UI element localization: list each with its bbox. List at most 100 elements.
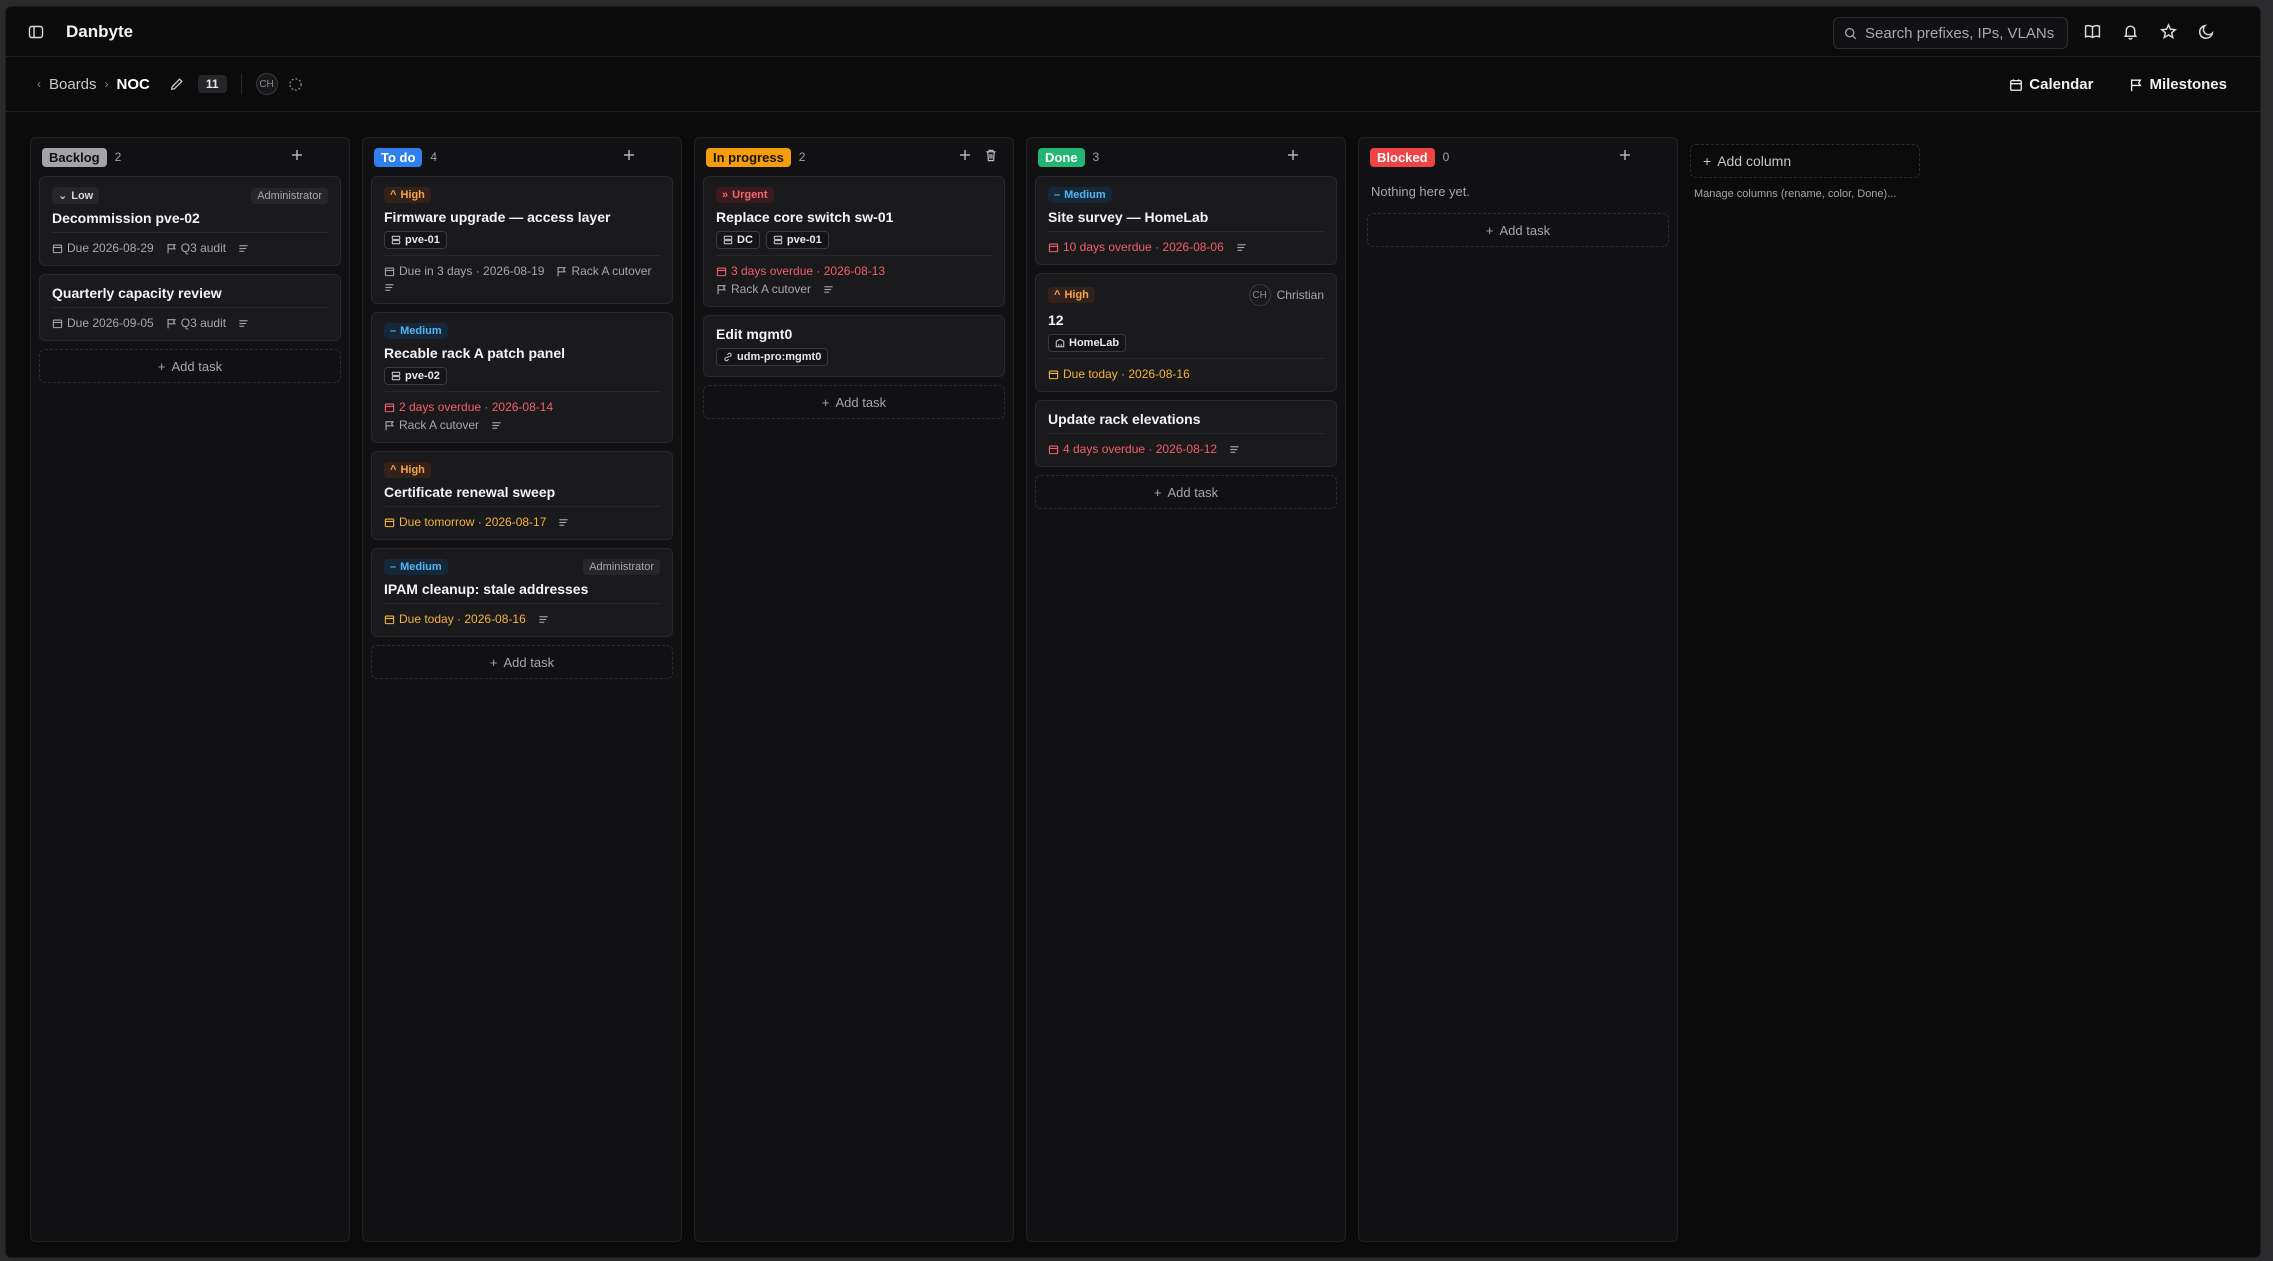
column-count: 2 xyxy=(798,150,806,164)
board-bar: ‹ Boards › NOC 11 CH Calendar Milestones xyxy=(6,57,2260,112)
plus-icon[interactable] xyxy=(623,149,635,161)
manage-columns-link[interactable]: Manage columns (rename, color, Done)... xyxy=(1690,188,1920,200)
column-count: 4 xyxy=(430,150,438,164)
description-icon xyxy=(238,243,249,254)
task-card[interactable]: Edit mgmt0 udm-pro:mgmt0 xyxy=(703,315,1005,377)
calendar-icon xyxy=(384,402,395,413)
task-card[interactable]: ^ High Certificate renewal sweep Due tomo… xyxy=(371,451,673,540)
column-done: Done 3 – Medium Site survey — HomeLab 10 … xyxy=(1026,137,1346,1242)
avatar[interactable]: CH xyxy=(255,73,278,95)
plus-icon[interactable] xyxy=(959,149,971,162)
priority-badge: ^ High xyxy=(384,462,431,478)
plus-icon[interactable] xyxy=(1287,149,1299,161)
description-icon xyxy=(1236,242,1247,253)
column-badge[interactable]: Blocked xyxy=(1370,147,1435,167)
sidebar-toggle-icon[interactable] xyxy=(28,24,44,40)
column-backlog: Backlog 2 ⌄ Low Administrator Decommissio… xyxy=(30,137,350,1242)
search-box[interactable] xyxy=(1833,17,2068,49)
column-badge[interactable]: To do xyxy=(374,147,423,167)
column-badge[interactable]: Backlog xyxy=(42,147,107,167)
column-header: Backlog 2 xyxy=(39,138,341,176)
task-card[interactable]: Quarterly capacity review Due 2026-09-05… xyxy=(39,274,341,341)
plus-icon[interactable] xyxy=(291,149,303,161)
column-count: 3 xyxy=(1092,150,1100,164)
chevron-up-icon: ^ xyxy=(390,464,397,476)
divider xyxy=(240,74,242,94)
column-badge[interactable]: Done xyxy=(1038,147,1085,167)
add-task-button[interactable]: + Add task xyxy=(371,645,673,679)
add-column-button[interactable]: + Add column xyxy=(1690,144,1920,178)
task-card[interactable]: » Urgent Replace core switch sw-01 DC pve… xyxy=(703,176,1005,307)
calendar-icon xyxy=(716,266,727,277)
task-card[interactable]: ⌄ Low Administrator Decommission pve-02 D… xyxy=(39,176,341,266)
building-icon xyxy=(1055,338,1065,348)
bell-icon[interactable] xyxy=(2122,23,2139,40)
due-date: Due today · 2026-08-16 xyxy=(399,612,526,626)
task-count-badge: 11 xyxy=(197,75,227,93)
task-meta: 4 days overdue · 2026-08-12 xyxy=(1048,433,1324,456)
add-task-button[interactable]: + Add task xyxy=(1035,475,1337,509)
book-icon[interactable] xyxy=(2084,23,2101,40)
interface-tag[interactable]: udm-pro:mgmt0 xyxy=(716,348,829,366)
calendar-label: Calendar xyxy=(2029,76,2094,93)
column-todo: To do 4 ^ High Firmware upgrade — access … xyxy=(362,137,682,1242)
pencil-icon[interactable] xyxy=(170,77,184,91)
breadcrumb-boards[interactable]: Boards xyxy=(49,76,97,93)
task-title: Update rack elevations xyxy=(1048,411,1201,427)
milestone: Q3 audit xyxy=(180,316,227,330)
add-task-button[interactable]: + Add task xyxy=(39,349,341,383)
description-icon xyxy=(238,318,249,329)
add-task-button[interactable]: + Add task xyxy=(1367,213,1669,247)
site-tag[interactable]: HomeLab xyxy=(1048,334,1127,352)
description-icon xyxy=(1229,444,1240,455)
task-meta: Due 2026-09-05 Q3 audit xyxy=(52,307,328,330)
assignee-badge: Administrator xyxy=(583,559,660,575)
priority-badge: ⌄ Low xyxy=(52,187,100,204)
trash-icon[interactable] xyxy=(985,149,997,162)
flag-icon xyxy=(556,266,567,277)
plus-icon: + xyxy=(1703,153,1712,169)
server-icon xyxy=(773,235,783,245)
calendar-icon xyxy=(1048,444,1059,455)
plus-icon[interactable] xyxy=(1619,149,1631,161)
chevron-up-icon: ^ xyxy=(1054,289,1061,301)
star-icon[interactable] xyxy=(2160,23,2177,40)
calendar-icon xyxy=(1048,369,1059,380)
task-card[interactable]: ^ High Firmware upgrade — access layer pv… xyxy=(371,176,673,304)
calendar-icon xyxy=(52,318,63,329)
task-card[interactable]: – Medium Administrator IPAM cleanup: stal… xyxy=(371,548,673,637)
task-meta: 10 days overdue · 2026-08-06 xyxy=(1048,231,1324,254)
priority-badge: ^ High xyxy=(1048,287,1095,303)
top-actions xyxy=(2084,23,2215,40)
milestones-label: Milestones xyxy=(2149,76,2227,93)
moon-icon[interactable] xyxy=(2198,23,2215,40)
device-tag[interactable]: pve-02 xyxy=(384,367,447,385)
due-date: 2 days overdue · 2026-08-14 xyxy=(399,400,554,414)
dash-icon: – xyxy=(390,325,397,337)
milestones-button[interactable]: Milestones xyxy=(2129,76,2227,93)
site-tag[interactable]: DC xyxy=(716,231,760,249)
task-card[interactable]: Update rack elevations 4 days overdue · … xyxy=(1035,400,1337,467)
calendar-icon xyxy=(384,266,395,277)
board-actions: Calendar Milestones xyxy=(2009,57,2227,112)
description-icon xyxy=(823,284,834,295)
add-task-button[interactable]: + Add task xyxy=(703,385,1005,419)
device-tag[interactable]: pve-01 xyxy=(765,231,829,249)
milestone: Rack A cutover xyxy=(571,264,652,278)
column-badge[interactable]: In progress xyxy=(706,147,791,167)
description-icon xyxy=(538,614,549,625)
task-card[interactable]: – Medium Site survey — HomeLab 10 days ov… xyxy=(1035,176,1337,265)
search-input[interactable] xyxy=(1865,24,2055,42)
calendar-icon xyxy=(384,517,395,528)
server-icon xyxy=(723,235,733,245)
device-tag[interactable]: pve-01 xyxy=(384,231,447,249)
flag-icon xyxy=(384,420,395,431)
calendar-button[interactable]: Calendar xyxy=(2009,76,2093,93)
task-card[interactable]: – Medium Recable rack A patch panel pve-0… xyxy=(371,312,673,443)
task-meta: Due 2026-08-29 Q3 audit xyxy=(52,232,328,255)
column-count: 2 xyxy=(114,150,122,164)
assignee-badge: Administrator xyxy=(251,187,328,204)
task-meta: Due today · 2026-08-16 xyxy=(384,603,660,626)
task-card[interactable]: ^ High CH Christian 12 HomeLab Due today … xyxy=(1035,273,1337,392)
priority-badge: – Medium xyxy=(384,323,448,339)
